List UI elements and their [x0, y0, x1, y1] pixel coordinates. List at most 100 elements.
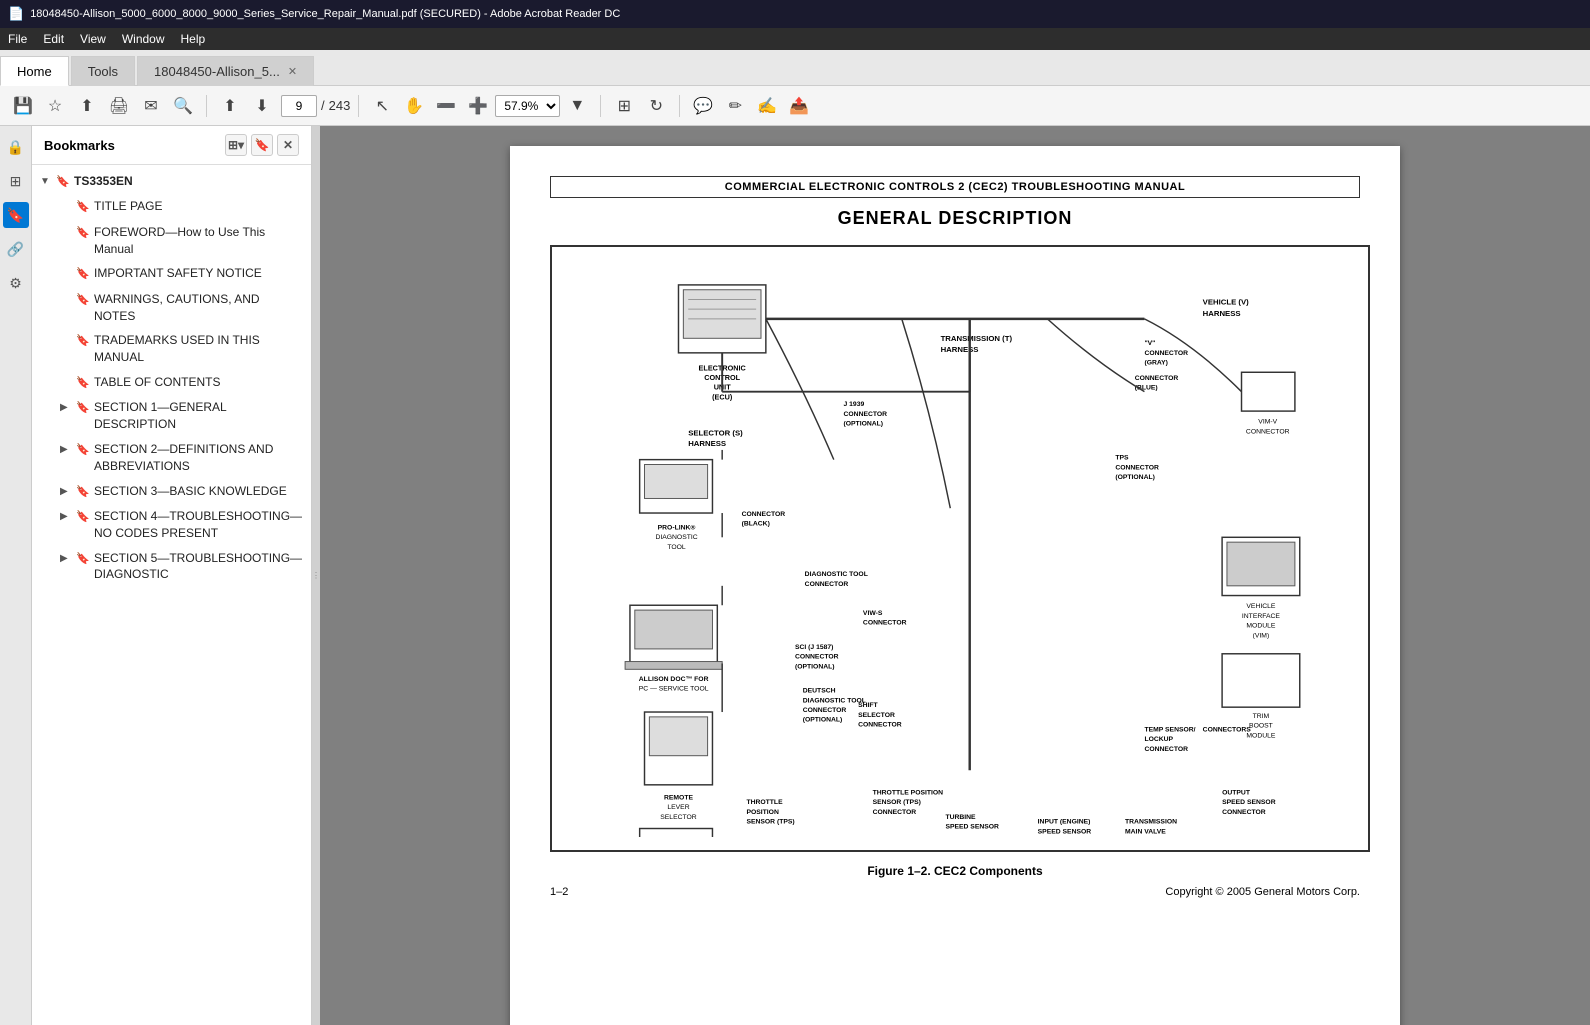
tab-doc[interactable]: 18048450-Allison_5... ✕ [137, 56, 314, 86]
page-sep: / [321, 98, 325, 113]
bookmarks-view-options[interactable]: ⊞▾ [225, 134, 247, 156]
rotate-button[interactable]: ↻ [641, 92, 671, 120]
bookmark-section2[interactable]: ▶ 🔖 SECTION 2—DEFINITIONS AND ABBREVIATI… [32, 437, 311, 479]
bookmark-title-page[interactable]: 🔖 TITLE PAGE [32, 194, 311, 219]
svg-text:TRIM: TRIM [1253, 713, 1270, 720]
bookmark-section5[interactable]: ▶ 🔖 SECTION 5—TROUBLESHOOTING—DIAGNOSTIC [32, 546, 311, 588]
hand-tool-button[interactable]: ✋ [399, 92, 429, 120]
print-button[interactable]: 🖨 [104, 92, 134, 120]
bookmarks-close[interactable]: ✕ [277, 134, 299, 156]
bookmark-trademarks[interactable]: 🔖 TRADEMARKS USED IN THIS MANUAL [32, 328, 311, 370]
root-bookmark-icon: 🔖 [56, 175, 70, 190]
svg-text:DEUTSCH: DEUTSCH [803, 688, 836, 695]
menu-window[interactable]: Window [122, 32, 165, 46]
bookmarks-actions: ⊞▾ 🔖 ✕ [225, 134, 299, 156]
bm-icon-7: 🔖 [76, 401, 90, 416]
svg-text:OUTPUT: OUTPUT [1222, 790, 1251, 797]
svg-text:TEMP SENSOR/: TEMP SENSOR/ [1144, 726, 1195, 733]
menu-view[interactable]: View [80, 32, 106, 46]
bm-icon-8: 🔖 [76, 443, 90, 458]
svg-text:HARNESS: HARNESS [1203, 309, 1241, 318]
svg-text:VEHICLE: VEHICLE [1246, 603, 1275, 610]
zoom-out-button[interactable]: ➖ [431, 92, 461, 120]
panel-resize-handle[interactable]: ⋮ [312, 126, 320, 1025]
bookmarks-panel: Bookmarks ⊞▾ 🔖 ✕ ▼ 🔖 TS3353EN [32, 126, 312, 1025]
svg-text:ALLISON DOC™ FOR: ALLISON DOC™ FOR [639, 676, 709, 683]
highlight-button[interactable]: ✏ [720, 92, 750, 120]
bookmark-foreword[interactable]: 🔖 FOREWORD—How to Use This Manual [32, 220, 311, 262]
svg-text:SPEED SENSOR: SPEED SENSOR [1038, 828, 1092, 835]
select-tool-button[interactable]: ↖ [367, 92, 397, 120]
menu-bar: File Edit View Window Help [0, 28, 1590, 50]
page-input[interactable] [281, 95, 317, 117]
svg-text:TPS: TPS [1115, 455, 1129, 462]
sign-button[interactable]: ✍ [752, 92, 782, 120]
expand-s2-icon: ▶ [60, 443, 74, 457]
bookmarks-new[interactable]: 🔖 [251, 134, 273, 156]
cec2-diagram-svg: ELECTRONIC CONTROL UNIT (ECU) PRO-LINK® … [562, 257, 1358, 837]
bookmark-safety-notice[interactable]: 🔖 IMPORTANT SAFETY NOTICE [32, 261, 311, 286]
title-bar: 📄 18048450-Allison_5000_6000_8000_9000_S… [0, 0, 1590, 28]
svg-text:(BLACK): (BLACK) [742, 521, 770, 528]
next-page-button[interactable]: ⬇ [247, 92, 277, 120]
tab-doc-close[interactable]: ✕ [288, 65, 297, 78]
search-button[interactable]: 🔍 [168, 92, 198, 120]
svg-text:CONNECTOR: CONNECTOR [1222, 809, 1266, 816]
svg-text:SCI (J 1587): SCI (J 1587) [795, 644, 833, 651]
pdf-page-number: 1–2 [550, 886, 568, 898]
tab-tools[interactable]: Tools [71, 56, 135, 86]
svg-text:LEVER: LEVER [667, 804, 689, 811]
bookmark-section4[interactable]: ▶ 🔖 SECTION 4—TROUBLESHOOTING—NO CODES P… [32, 504, 311, 546]
bookmark-button[interactable]: ☆ [40, 92, 70, 120]
page-total: 243 [329, 98, 351, 113]
toolbar-sep-4 [679, 95, 680, 117]
svg-text:TRANSMISSION (T): TRANSMISSION (T) [941, 334, 1013, 343]
svg-text:SPEED SENSOR: SPEED SENSOR [1222, 799, 1276, 806]
share-button[interactable]: 📤 [784, 92, 814, 120]
pdf-viewer-area[interactable]: COMMERCIAL ELECTRONIC CONTROLS 2 (CEC2) … [320, 126, 1590, 1025]
bookmark-section3[interactable]: ▶ 🔖 SECTION 3—BASIC KNOWLEDGE [32, 479, 311, 504]
upload-button[interactable]: ⬆ [72, 92, 102, 120]
pdf-document-header: COMMERCIAL ELECTRONIC CONTROLS 2 (CEC2) … [550, 176, 1360, 198]
svg-text:INTERFACE: INTERFACE [1242, 613, 1281, 620]
svg-text:BOOST: BOOST [1249, 723, 1273, 730]
svg-text:SPEED SENSOR: SPEED SENSOR [945, 824, 999, 831]
save-button[interactable]: 💾 [8, 92, 38, 120]
bm-icon-3: 🔖 [76, 267, 90, 282]
svg-text:CONNECTOR: CONNECTOR [803, 707, 847, 714]
bm-icon-2: 🔖 [76, 226, 90, 241]
menu-edit[interactable]: Edit [43, 32, 64, 46]
zoom-in-button[interactable]: ➕ [463, 92, 493, 120]
bookmark-root[interactable]: ▼ 🔖 TS3353EN [32, 169, 311, 194]
bm-icon-9: 🔖 [76, 485, 90, 500]
tab-bar: Home Tools 18048450-Allison_5... ✕ [0, 50, 1590, 86]
svg-text:CONNECTOR: CONNECTOR [805, 581, 849, 588]
email-button[interactable]: ✉ [136, 92, 166, 120]
svg-text:CONNECTOR: CONNECTOR [1144, 746, 1188, 753]
links-icon-btn[interactable]: 🔗 [3, 236, 29, 262]
page-nav: / 243 [281, 95, 350, 117]
bookmarks-icon-btn[interactable]: 🔖 [3, 202, 29, 228]
svg-text:SELECTOR: SELECTOR [660, 814, 697, 821]
bookmarks-title: Bookmarks [44, 138, 115, 153]
tab-tools-label: Tools [88, 64, 118, 79]
tab-home[interactable]: Home [0, 56, 69, 86]
zoom-select[interactable]: 57.9% 50% 75% 100% [495, 95, 560, 117]
menu-file[interactable]: File [8, 32, 27, 46]
layers-icon-btn[interactable]: ⊞ [3, 168, 29, 194]
svg-text:MAIN VALVE: MAIN VALVE [1125, 828, 1166, 835]
svg-text:CONNECTOR: CONNECTOR [1246, 428, 1290, 435]
bookmark-toc[interactable]: 🔖 TABLE OF CONTENTS [32, 370, 311, 395]
svg-text:TURBINE: TURBINE [945, 814, 976, 821]
svg-text:PC — SERVICE TOOL: PC — SERVICE TOOL [639, 686, 709, 693]
fit-page-button[interactable]: ⊞ [609, 92, 639, 120]
comment-button[interactable]: 💬 [688, 92, 718, 120]
tools-icon-btn[interactable]: ⚙ [3, 270, 29, 296]
bookmark-section1[interactable]: ▶ 🔖 SECTION 1—GENERAL DESCRIPTION [32, 395, 311, 437]
prev-page-button[interactable]: ⬆ [215, 92, 245, 120]
pdf-diagram: ELECTRONIC CONTROL UNIT (ECU) PRO-LINK® … [550, 245, 1370, 852]
menu-help[interactable]: Help [181, 32, 206, 46]
zoom-dropdown-button[interactable]: ▼ [562, 92, 592, 120]
lock-icon-btn[interactable]: 🔒 [3, 134, 29, 160]
bookmark-warnings[interactable]: 🔖 WARNINGS, CAUTIONS, AND NOTES [32, 287, 311, 329]
